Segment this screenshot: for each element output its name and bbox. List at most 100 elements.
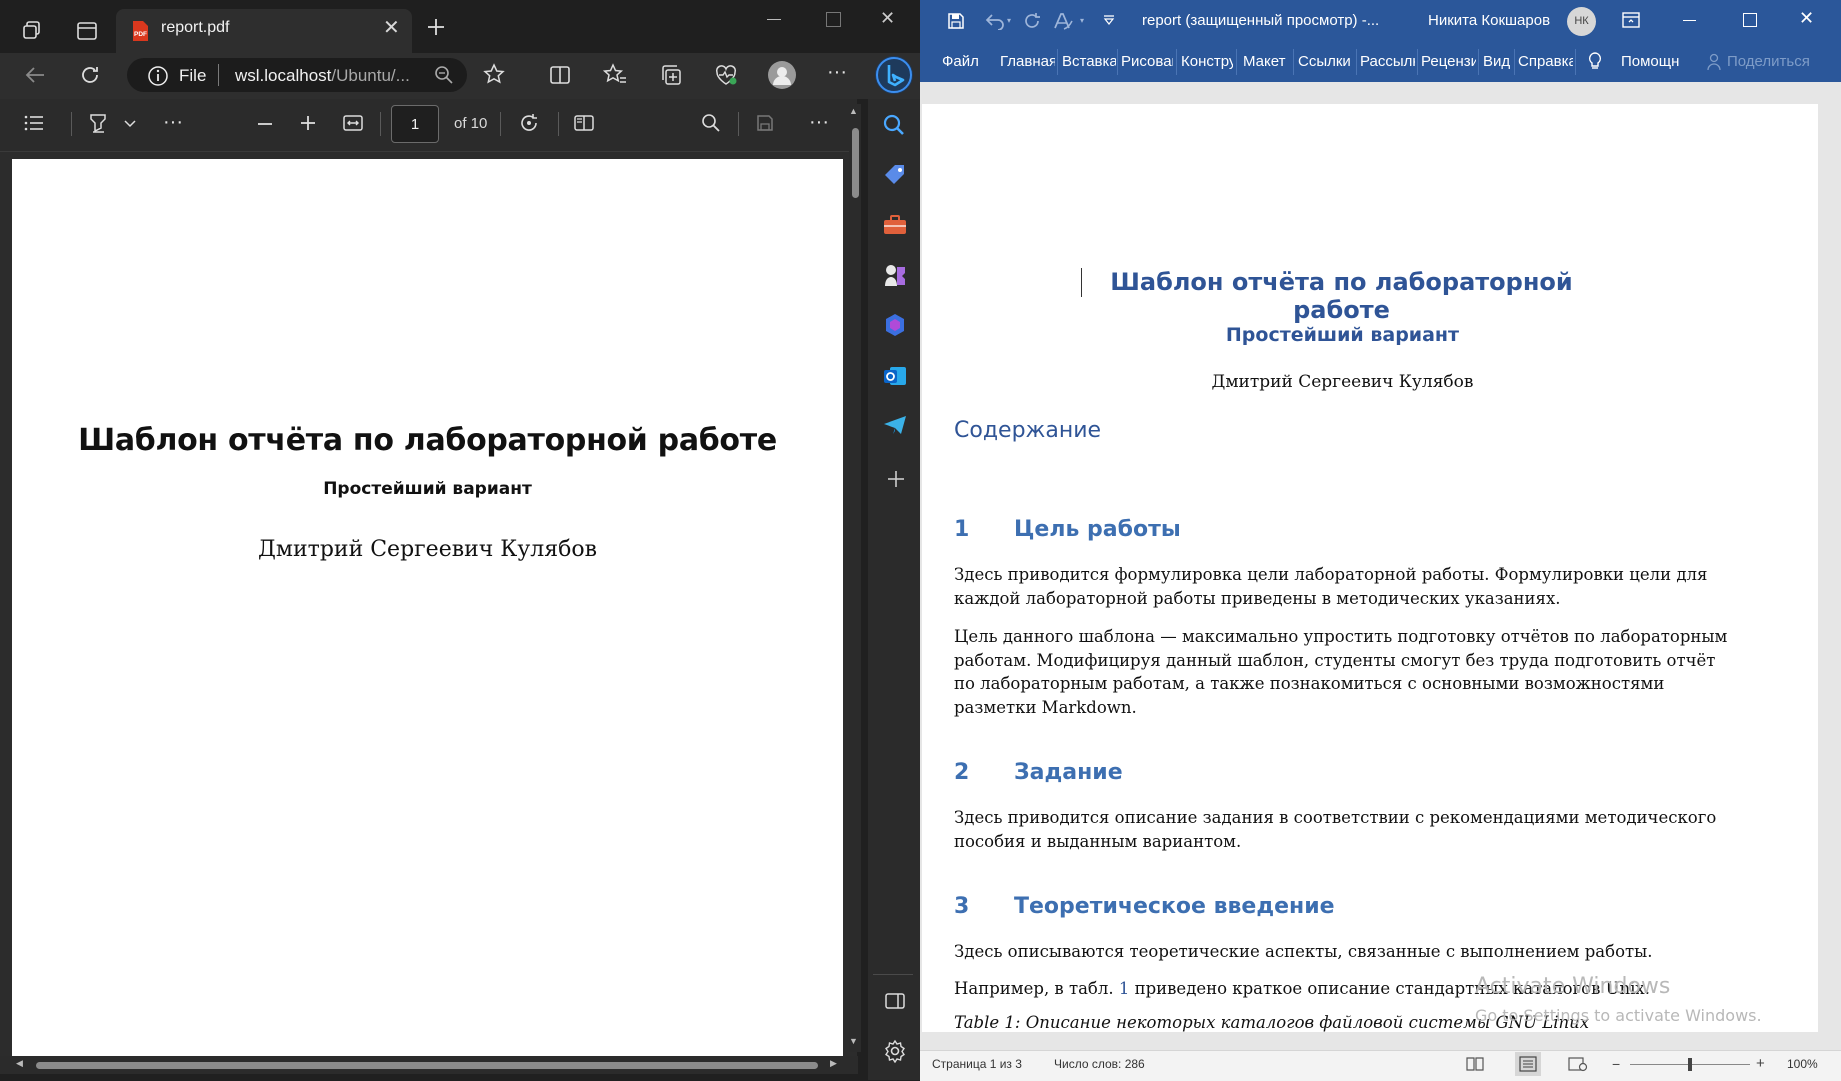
format-painter-icon[interactable] xyxy=(1052,11,1074,31)
ribbon-divider xyxy=(1417,49,1418,75)
copilot-icon[interactable] xyxy=(882,312,908,338)
share-button[interactable]: Поделиться xyxy=(1727,53,1810,70)
undo-icon[interactable] xyxy=(984,12,1006,30)
page-view-icon[interactable] xyxy=(573,113,595,133)
sidebar-search-icon[interactable] xyxy=(882,113,906,137)
ribbon-display-options-icon[interactable] xyxy=(1621,11,1641,29)
zoom-level[interactable]: 100% xyxy=(1787,1057,1818,1071)
collections-icon[interactable] xyxy=(659,63,683,87)
activate-windows-watermark: Activate Windows xyxy=(1475,974,1671,999)
refresh-icon[interactable] xyxy=(78,63,102,87)
pdf-horizontal-scroll-thumb[interactable] xyxy=(36,1062,818,1069)
redo-icon[interactable] xyxy=(1022,11,1042,31)
send-telegram-icon[interactable] xyxy=(882,413,908,437)
zoom-out-icon[interactable] xyxy=(256,115,274,133)
outlook-icon[interactable] xyxy=(882,363,908,389)
word-user-name[interactable]: Никита Кокшаров xyxy=(1428,12,1550,29)
svg-text:PDF: PDF xyxy=(134,31,147,38)
scroll-left-icon[interactable]: ◀ xyxy=(16,1058,23,1069)
word-maximize-icon[interactable] xyxy=(1743,13,1757,27)
share-person-icon[interactable] xyxy=(1707,53,1723,71)
print-layout-icon[interactable] xyxy=(1519,1056,1537,1072)
page-number-input[interactable]: 1 xyxy=(391,105,439,143)
address-url[interactable]: wsl.localhost/Ubuntu/... xyxy=(235,66,410,86)
split-screen-icon[interactable] xyxy=(549,64,571,86)
ribbon-tab-design[interactable]: Констру xyxy=(1181,53,1233,70)
pdf-vertical-scroll-thumb[interactable] xyxy=(852,128,859,198)
ribbon-tab-view[interactable]: Вид xyxy=(1483,53,1513,70)
search-icon[interactable] xyxy=(701,113,721,133)
ribbon-tab-references[interactable]: Ссылки xyxy=(1298,53,1354,70)
ribbon-tab-layout[interactable]: Макет xyxy=(1243,53,1291,70)
bing-chat-icon[interactable] xyxy=(874,55,914,95)
site-info-icon[interactable] xyxy=(147,65,169,87)
undo-dropdown-icon[interactable]: ▾ xyxy=(1007,16,1011,25)
word-close-icon[interactable]: ✕ xyxy=(1799,8,1814,29)
zoom-in-status-icon[interactable]: + xyxy=(1756,1055,1765,1072)
save-icon[interactable] xyxy=(755,113,775,133)
ribbon-tab-insert[interactable]: Вставка xyxy=(1062,53,1116,70)
section-number: 2 xyxy=(954,760,970,785)
sidebar-settings-gear-icon[interactable] xyxy=(883,1039,907,1063)
shopping-tag-icon[interactable] xyxy=(882,162,908,188)
pdf-vertical-scrollbar[interactable] xyxy=(849,104,861,1052)
highlight-icon[interactable] xyxy=(87,112,109,134)
games-icon[interactable] xyxy=(882,262,908,288)
zoom-icon[interactable] xyxy=(434,65,454,85)
pdf-more-options-icon[interactable]: ··· xyxy=(809,112,829,132)
lightbulb-icon xyxy=(1587,51,1603,71)
section-title: Задание xyxy=(1014,760,1123,785)
favorites-icon[interactable] xyxy=(603,63,627,85)
contents-list-icon[interactable] xyxy=(23,113,45,133)
format-dropdown-icon[interactable]: ▾ xyxy=(1080,16,1084,25)
address-host: wsl.localhost xyxy=(235,66,332,85)
zoom-slider-thumb[interactable] xyxy=(1688,1058,1692,1071)
edge-close-icon[interactable]: ✕ xyxy=(880,8,895,29)
close-tab-icon[interactable]: ✕ xyxy=(383,15,400,40)
section-title: Теоретическое введение xyxy=(1014,894,1335,919)
back-icon[interactable] xyxy=(24,64,48,86)
chevron-down-icon[interactable] xyxy=(124,120,136,128)
section-number: 1 xyxy=(954,517,970,542)
section-title: Цель работы xyxy=(1014,517,1181,542)
table-ref-link[interactable]: 1 xyxy=(1119,979,1130,998)
ribbon-tab-help[interactable]: Справка xyxy=(1518,53,1573,70)
ribbon-tab-home[interactable]: Главная xyxy=(1000,53,1055,70)
rotate-icon[interactable] xyxy=(518,112,540,134)
word-count-status[interactable]: Число слов: 286 xyxy=(1054,1057,1145,1071)
add-sidebar-app-icon[interactable] xyxy=(887,470,905,488)
fit-width-icon[interactable] xyxy=(342,113,364,133)
zoom-in-icon[interactable] xyxy=(299,114,317,132)
tools-briefcase-icon[interactable] xyxy=(882,213,908,237)
edge-minimize-icon[interactable] xyxy=(767,19,781,20)
browser-essentials-icon[interactable] xyxy=(714,63,738,87)
ribbon-tab-review[interactable]: Рецензи xyxy=(1421,53,1476,70)
scroll-right-icon[interactable]: ▶ xyxy=(830,1058,837,1069)
ribbon-tab-mailings[interactable]: Рассылк xyxy=(1360,53,1415,70)
address-divider xyxy=(218,64,219,86)
workspaces-icon[interactable] xyxy=(22,20,44,42)
word-user-avatar[interactable]: НК xyxy=(1567,7,1596,36)
profile-avatar-icon[interactable] xyxy=(767,60,797,90)
web-layout-icon[interactable] xyxy=(1568,1056,1588,1072)
more-tools-icon[interactable]: ··· xyxy=(163,112,183,132)
favorite-star-icon[interactable] xyxy=(483,63,505,85)
sidebar-divider xyxy=(873,974,913,975)
edge-maximize-icon[interactable] xyxy=(826,12,841,27)
tell-me-search[interactable]: Помощн xyxy=(1621,53,1679,70)
customize-toolbar-icon[interactable] xyxy=(1103,14,1115,26)
settings-more-icon[interactable]: ··· xyxy=(827,62,847,82)
zoom-out-status-icon[interactable]: − xyxy=(1612,1056,1620,1072)
new-tab-icon[interactable] xyxy=(426,17,446,37)
page-count-status[interactable]: Страница 1 из 3 xyxy=(932,1057,1022,1071)
read-mode-icon[interactable] xyxy=(1465,1056,1485,1072)
word-save-icon[interactable] xyxy=(947,12,965,30)
ribbon-tab-draw[interactable]: Рисован xyxy=(1121,53,1173,70)
word-minimize-icon[interactable] xyxy=(1683,20,1696,21)
tab-actions-icon[interactable] xyxy=(76,20,98,42)
ribbon-tab-file[interactable]: Файл xyxy=(942,53,982,70)
toolbar-divider xyxy=(558,112,559,136)
scroll-down-icon[interactable]: ▼ xyxy=(849,1036,858,1046)
scroll-up-icon[interactable]: ▲ xyxy=(849,106,858,116)
hide-sidebar-icon[interactable] xyxy=(884,991,906,1011)
